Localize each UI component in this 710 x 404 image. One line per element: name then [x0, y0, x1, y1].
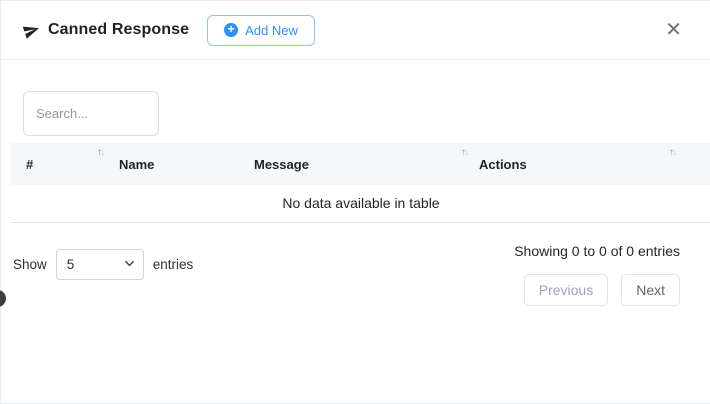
modal-header: Canned Response + Add New ✕ [1, 1, 710, 60]
column-header-actions[interactable]: Actions ↑↓ [471, 143, 710, 185]
plus-circle-icon: + [224, 23, 238, 37]
search-input[interactable] [23, 91, 159, 136]
close-icon[interactable]: ✕ [661, 18, 686, 42]
entries-label: entries [153, 257, 194, 272]
column-header-num[interactable]: # ↑↓ [11, 143, 111, 185]
column-header-message[interactable]: Message ↑↓ [246, 143, 471, 185]
sort-icon: ↑↓ [669, 148, 675, 158]
canned-response-table: # ↑↓ Name Message ↑↓ Actions ↑↓ No data … [11, 143, 710, 223]
table-header-row: # ↑↓ Name Message ↑↓ Actions ↑↓ [11, 143, 710, 185]
page-size-select[interactable]: 5 [56, 249, 144, 280]
pagination-block: Showing 0 to 0 of 0 entries Previous Nex… [514, 241, 680, 306]
sort-icon: ↑↓ [97, 148, 103, 158]
add-new-button[interactable]: + Add New [207, 15, 315, 46]
page-title: Canned Response [48, 21, 189, 39]
page-length-control: Show 5 entries [13, 249, 193, 280]
show-label: Show [13, 257, 47, 272]
column-header-name[interactable]: Name [111, 143, 246, 185]
next-button[interactable]: Next [621, 274, 680, 306]
canned-response-modal: Canned Response + Add New ✕ # ↑↓ Name Me… [0, 0, 710, 404]
add-new-label: Add New [245, 23, 298, 38]
table-footer: Show 5 entries Showing 0 to 0 of 0 entri… [1, 223, 710, 306]
empty-state-message: No data available in table [11, 185, 710, 223]
showing-info: Showing 0 to 0 of 0 entries [514, 243, 680, 259]
empty-state-row: No data available in table [11, 185, 710, 223]
paper-plane-icon [21, 19, 42, 40]
sort-icon: ↑↓ [461, 148, 467, 158]
previous-button[interactable]: Previous [524, 274, 608, 306]
